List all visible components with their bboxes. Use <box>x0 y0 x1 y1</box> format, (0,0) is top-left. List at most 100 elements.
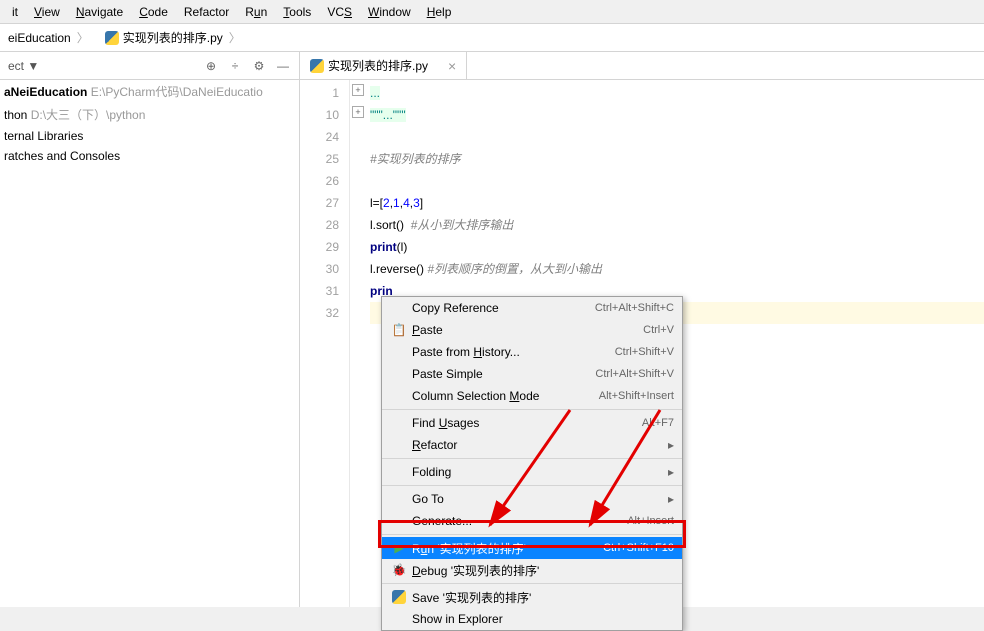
menu-item-label: Refactor <box>412 438 664 452</box>
menu-it[interactable]: it <box>4 3 26 21</box>
menu-run[interactable]: Run <box>237 3 275 21</box>
project-tree: aNeiEducation E:\PyCharm代码\DaNeiEducatio… <box>0 80 300 607</box>
menu-tools[interactable]: Tools <box>275 3 319 21</box>
code-line: """...""" <box>370 104 984 126</box>
editor-tab[interactable]: 实现列表的排序.py × <box>300 52 467 79</box>
breadcrumb: eiEducation 实现列表的排序.py <box>0 24 984 52</box>
menu-item-label: Find Usages <box>412 416 642 430</box>
menu-separator <box>382 534 682 535</box>
menu-item-refactor[interactable]: Refactor ▸ <box>382 434 682 456</box>
line-number: 27 <box>300 192 339 214</box>
menu-item-shortcut: Ctrl+Shift+F10 <box>603 542 674 554</box>
menu-item-paste-simple[interactable]: Paste SimpleCtrl+Alt+Shift+V <box>382 363 682 385</box>
breadcrumb-file[interactable]: 实现列表的排序.py <box>97 24 249 51</box>
tree-item[interactable]: ratches and Consoles <box>0 146 299 166</box>
menu-item-label: Show in Explorer <box>412 612 674 626</box>
menu-item-shortcut: Ctrl+Alt+Shift+V <box>595 368 674 380</box>
fold-marker[interactable]: + <box>352 106 364 118</box>
menu-item-label: Paste from History... <box>412 345 615 359</box>
line-number: 24 <box>300 126 339 148</box>
menu-item-shortcut: Ctrl+V <box>643 324 674 336</box>
collapse-icon[interactable]: ⊕ <box>203 58 219 74</box>
menu-item-show-in-explorer[interactable]: Show in Explorer <box>382 608 682 630</box>
menu-item-label: Column Selection Mode <box>412 389 599 403</box>
menu-separator <box>382 409 682 410</box>
menu-item-label: Run '实现列表的排序' <box>412 540 603 557</box>
menu-refactor[interactable]: Refactor <box>176 3 237 21</box>
project-tool-label: ect ▼ <box>8 59 39 73</box>
python-icon <box>310 59 324 73</box>
code-line: l.reverse() #列表顺序的倒置，从大到小输出 <box>370 258 984 280</box>
menu-item-icon: 📋 <box>390 323 408 337</box>
code-line <box>370 126 984 148</box>
toolbar: ect ▼ ⊕ ÷ ⚙ — 实现列表的排序.py × <box>0 52 984 80</box>
menu-item-shortcut: Ctrl+Shift+V <box>615 346 674 358</box>
menu-item-label: Debug '实现列表的排序' <box>412 562 674 579</box>
line-number: 28 <box>300 214 339 236</box>
breadcrumb-project[interactable]: eiEducation <box>0 24 97 51</box>
tree-root-path: E:\PyCharm代码\DaNeiEducatio <box>91 85 263 99</box>
menu-item-run[interactable]: ▶ Run '实现列表的排序'Ctrl+Shift+F10 <box>382 537 682 559</box>
menu-item-shortcut: Alt+Insert <box>627 515 674 527</box>
close-icon[interactable]: × <box>448 58 456 74</box>
menu-item-debug[interactable]: 🐞 Debug '实现列表的排序' <box>382 559 682 581</box>
code-line: #实现列表的排序 <box>370 148 984 170</box>
menu-item-shortcut: Alt+F7 <box>642 417 674 429</box>
menu-item-generate[interactable]: Generate...Alt+Insert <box>382 510 682 532</box>
gear-icon[interactable]: ⚙ <box>251 58 267 74</box>
menu-item-folding[interactable]: Folding ▸ <box>382 461 682 483</box>
line-number: 31 <box>300 280 339 302</box>
code-line: print(l) <box>370 236 984 258</box>
menu-item-icon: 🐞 <box>390 563 408 577</box>
fold-marker[interactable]: + <box>352 84 364 96</box>
line-number: 25 <box>300 148 339 170</box>
line-number: 30 <box>300 258 339 280</box>
menu-item-label: Go To <box>412 492 664 506</box>
submenu-arrow-icon: ▸ <box>668 492 674 506</box>
menu-help[interactable]: Help <box>419 3 460 21</box>
menu-view[interactable]: View <box>26 3 68 21</box>
line-number: 1 <box>300 82 339 104</box>
context-menu: Copy ReferenceCtrl+Alt+Shift+C📋PasteCtrl… <box>381 296 683 631</box>
menu-window[interactable]: Window <box>360 3 419 21</box>
tree-item[interactable]: ternal Libraries <box>0 126 299 146</box>
menu-item-column-selection-mode[interactable]: Column Selection ModeAlt+Shift+Insert <box>382 385 682 407</box>
menu-separator <box>382 583 682 584</box>
tree-root[interactable]: aNeiEducation E:\PyCharm代码\DaNeiEducatio <box>0 80 299 103</box>
menu-item-copy-reference[interactable]: Copy ReferenceCtrl+Alt+Shift+C <box>382 297 682 319</box>
fold-gutter: + + <box>350 80 370 607</box>
menu-item-go-to[interactable]: Go To ▸ <box>382 488 682 510</box>
hide-icon[interactable]: — <box>275 58 291 74</box>
menu-vcs[interactable]: VCS <box>319 3 360 21</box>
menu-item-icon <box>390 590 408 604</box>
menu-item-label: Paste <box>412 323 643 337</box>
menu-item-find-usages[interactable]: Find UsagesAlt+F7 <box>382 412 682 434</box>
menu-separator <box>382 458 682 459</box>
menu-item-save[interactable]: Save '实现列表的排序' <box>382 586 682 608</box>
breadcrumb-file-label: 实现列表的排序.py <box>123 29 223 46</box>
menu-item-icon: ▶ <box>390 541 408 555</box>
python-icon <box>105 31 119 45</box>
menu-item-label: Folding <box>412 465 664 479</box>
menu-item-label: Paste Simple <box>412 367 595 381</box>
project-tool-header: ect ▼ ⊕ ÷ ⚙ — <box>0 52 300 79</box>
menu-code[interactable]: Code <box>131 3 176 21</box>
code-line: l.sort() #从小到大排序输出 <box>370 214 984 236</box>
menu-item-shortcut: Ctrl+Alt+Shift+C <box>595 302 674 314</box>
menu-item-paste[interactable]: 📋 PasteCtrl+V <box>382 319 682 341</box>
tree-item[interactable]: thon D:\大三（下）\python <box>0 103 299 126</box>
menu-navigate[interactable]: Navigate <box>68 3 131 21</box>
breadcrumb-project-label: eiEducation <box>8 31 71 45</box>
line-number: 29 <box>300 236 339 258</box>
split-icon[interactable]: ÷ <box>227 58 243 74</box>
code-line: l=[2,1,4,3] <box>370 192 984 214</box>
line-number: 32 <box>300 302 339 324</box>
line-number: 10 <box>300 104 339 126</box>
menu-item-paste-from-history[interactable]: Paste from History...Ctrl+Shift+V <box>382 341 682 363</box>
submenu-arrow-icon: ▸ <box>668 465 674 479</box>
menu-item-shortcut: Alt+Shift+Insert <box>599 390 674 402</box>
line-number: 26 <box>300 170 339 192</box>
menu-separator <box>382 485 682 486</box>
project-tool-icons: ⊕ ÷ ⚙ — <box>203 58 291 74</box>
submenu-arrow-icon: ▸ <box>668 438 674 452</box>
